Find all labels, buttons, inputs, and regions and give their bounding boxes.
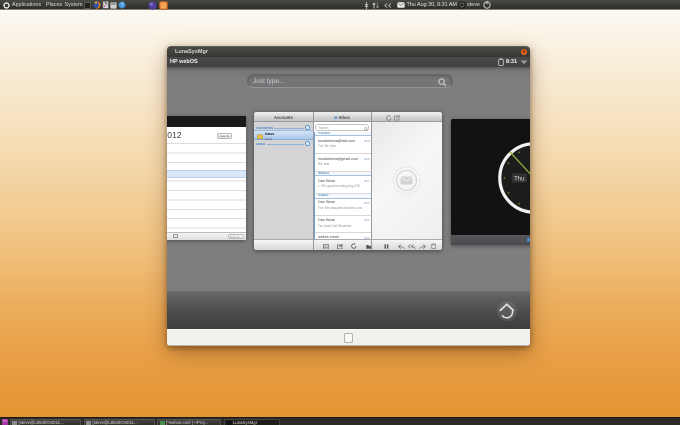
svg-text:?: ? [120, 3, 123, 9]
svg-text:Thu: Thu [514, 176, 524, 182]
